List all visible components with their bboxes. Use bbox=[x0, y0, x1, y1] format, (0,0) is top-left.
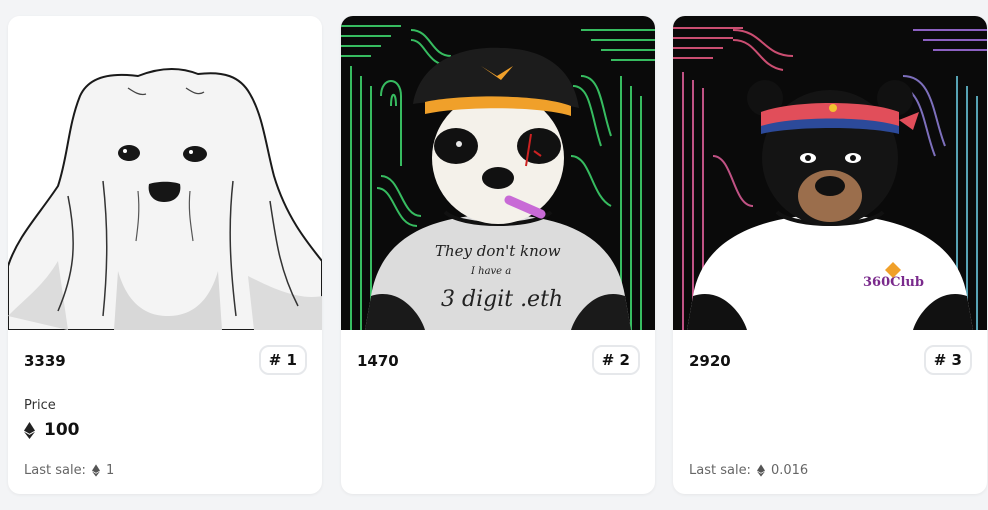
ethereum-icon bbox=[91, 464, 100, 477]
ethereum-icon bbox=[24, 421, 35, 439]
black-bear-artwork: 360Club bbox=[673, 16, 987, 330]
price: 100 bbox=[24, 420, 80, 440]
svg-text:I have a: I have a bbox=[470, 266, 511, 277]
panda-pilot-artwork: They don't know I have a 3 digit .eth bbox=[341, 16, 655, 330]
price-label: Price bbox=[24, 398, 56, 413]
nft-card[interactable]: They don't know I have a 3 digit .eth 14… bbox=[341, 16, 655, 494]
last-sale-value: 1 bbox=[105, 463, 115, 478]
last-sale-label: Last sale: bbox=[24, 463, 86, 478]
token-id: 2920 bbox=[689, 352, 731, 370]
svg-text:They don't know: They don't know bbox=[435, 242, 561, 260]
last-sale: Last sale: 1 bbox=[24, 463, 114, 478]
price-value: 100 bbox=[44, 420, 80, 440]
nft-card[interactable]: 360Club 2920 # 3 Last sale: 0.016 bbox=[673, 16, 987, 494]
rank-badge: # 3 bbox=[923, 345, 972, 375]
token-id: 1470 bbox=[357, 352, 399, 370]
ethereum-icon bbox=[756, 464, 765, 477]
svg-text:3 digit .eth: 3 digit .eth bbox=[441, 287, 563, 312]
ghost-artwork bbox=[8, 16, 322, 330]
last-sale-label: Last sale: bbox=[689, 463, 751, 478]
last-sale: Last sale: 0.016 bbox=[689, 463, 808, 478]
rank-badge: # 1 bbox=[258, 345, 307, 375]
token-id: 3339 bbox=[24, 352, 66, 370]
nft-card[interactable]: 3339 # 1 Price 100 Last sale: 1 bbox=[8, 16, 322, 494]
nft-grid: 3339 # 1 Price 100 Last sale: 1 They don… bbox=[0, 0, 988, 510]
rank-badge: # 2 bbox=[591, 345, 640, 375]
last-sale-value: 0.016 bbox=[770, 463, 809, 478]
